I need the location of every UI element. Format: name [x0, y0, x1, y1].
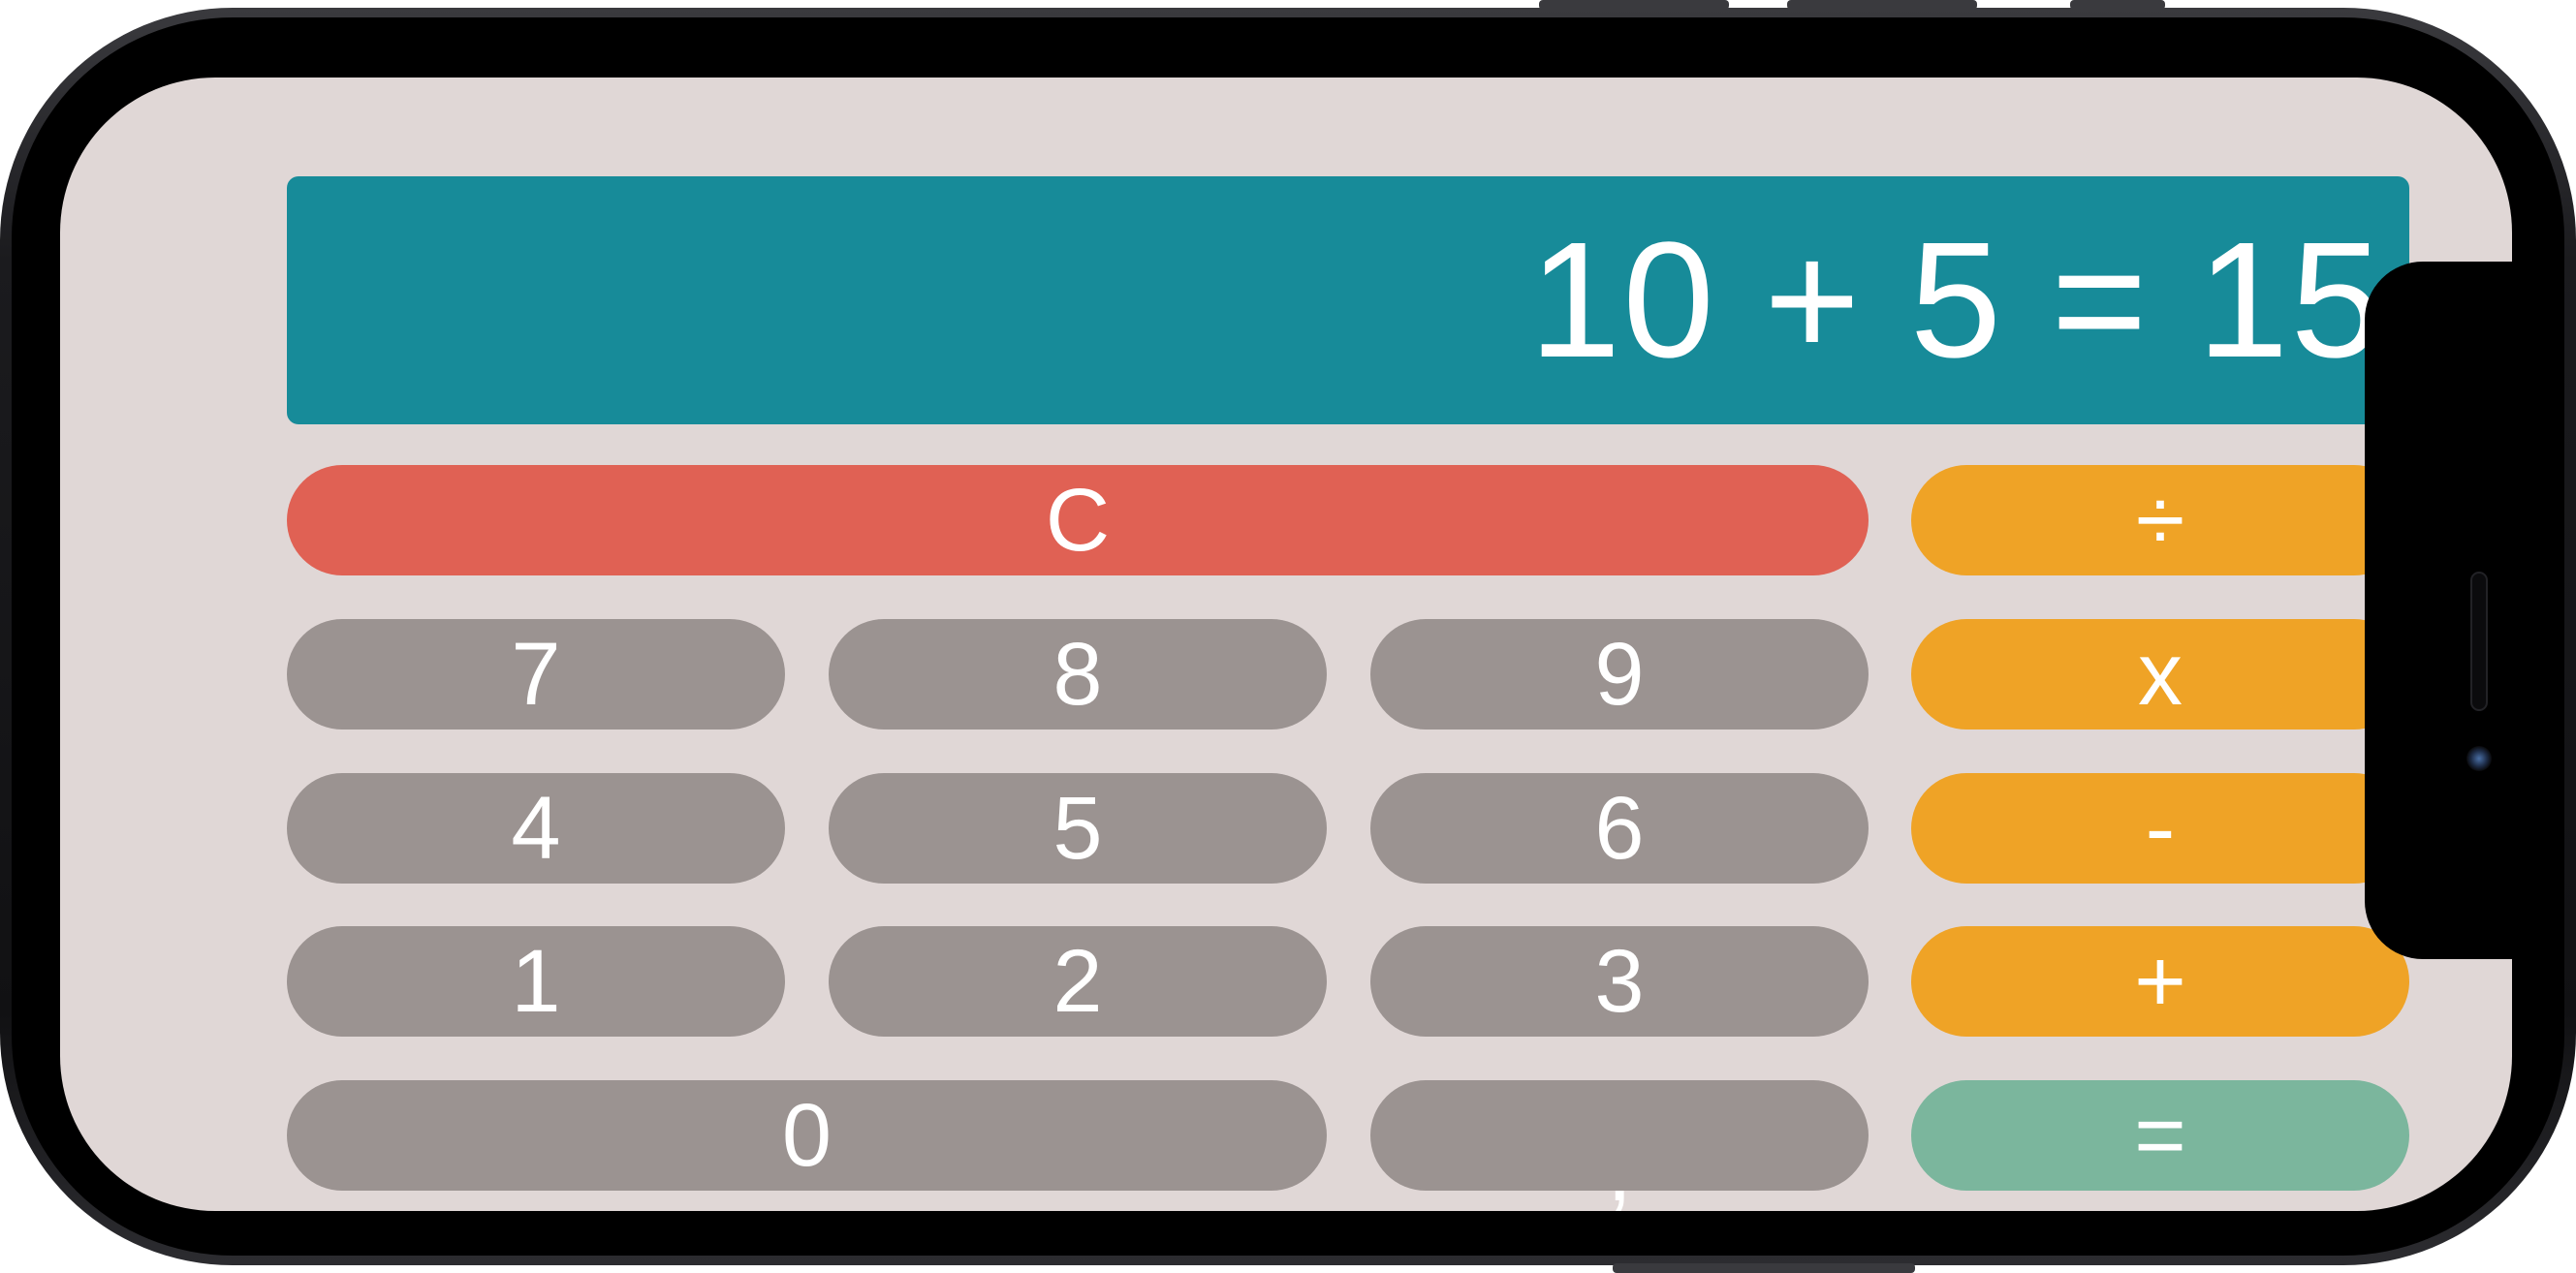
front-camera-icon [2466, 746, 2492, 771]
clear-button[interactable]: C [287, 465, 1869, 575]
earpiece-speaker [2470, 572, 2488, 711]
comma-label: , [1607, 1120, 1632, 1212]
phone-frame: 10 + 5 = 15 C ÷ 7 8 9 x 4 5 6 - 1 2 3 + … [0, 0, 2576, 1273]
digit-6-button[interactable]: 6 [1370, 773, 1869, 884]
digit-1-button[interactable]: 1 [287, 926, 785, 1037]
comma-button[interactable]: , [1370, 1080, 1869, 1211]
add-button[interactable]: + [1911, 926, 2409, 1037]
digit-3-button[interactable]: 3 [1370, 926, 1869, 1037]
digit-7-button[interactable]: 7 [287, 619, 785, 730]
volume-down-button [1787, 0, 1977, 10]
equals-button[interactable]: = [1911, 1080, 2409, 1191]
subtract-button[interactable]: - [1911, 773, 2409, 884]
digit-2-button[interactable]: 2 [829, 926, 1327, 1037]
divide-button[interactable]: ÷ [1911, 465, 2409, 575]
digit-0-button[interactable]: 0 [287, 1080, 1327, 1191]
display-expression: 10 + 5 = 15 [1528, 208, 2384, 392]
digit-9-button[interactable]: 9 [1370, 619, 1869, 730]
sensor-housing-notch [2365, 262, 2539, 959]
digit-5-button[interactable]: 5 [829, 773, 1327, 884]
volume-up-button [1539, 0, 1729, 10]
digit-8-button[interactable]: 8 [829, 619, 1327, 730]
calculator-screen: 10 + 5 = 15 C ÷ 7 8 9 x 4 5 6 - 1 2 3 + … [60, 78, 2512, 1211]
multiply-button[interactable]: x [1911, 619, 2409, 730]
power-button [1613, 1263, 1915, 1273]
digit-4-button[interactable]: 4 [287, 773, 785, 884]
calculator-display: 10 + 5 = 15 [287, 176, 2409, 424]
silent-switch [2070, 0, 2165, 10]
